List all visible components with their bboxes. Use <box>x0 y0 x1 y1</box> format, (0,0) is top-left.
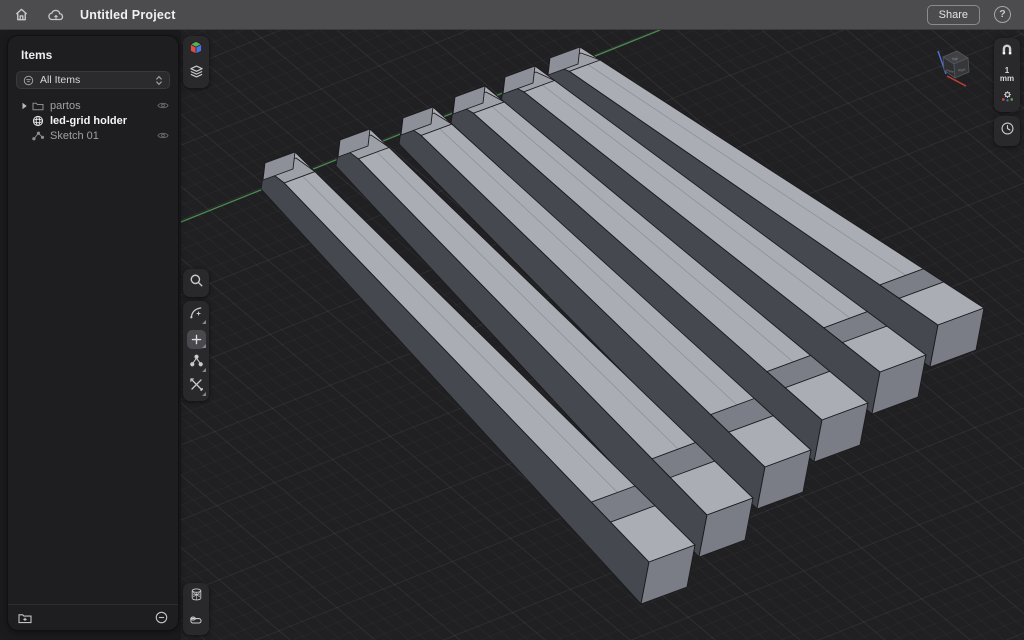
mesh-cylinder-icon <box>190 588 203 607</box>
home-icon[interactable] <box>8 0 34 30</box>
layers-icon <box>189 64 204 84</box>
visibility-eye-icon[interactable] <box>157 101 169 110</box>
view-toolbar <box>183 36 209 88</box>
history-button[interactable] <box>994 118 1020 144</box>
color-cube-icon <box>188 40 204 61</box>
sketch-icon <box>31 131 44 141</box>
app-window: Untitled Project Share ? TopFrontRight I… <box>0 0 1024 640</box>
tree-item-label: Sketch 01 <box>50 130 157 142</box>
snap-settings-toolbar: 1 mm <box>994 38 1020 112</box>
items-filter-dropdown[interactable]: All Items <box>16 71 170 89</box>
grid-size-unit: mm <box>1000 75 1014 83</box>
sketch-tool-button[interactable] <box>183 303 209 327</box>
snapping-button[interactable] <box>994 40 1020 64</box>
tree-item-label: partos <box>50 100 157 112</box>
clock-icon <box>1000 121 1015 141</box>
tree-item-label: led-grid holder <box>50 115 169 127</box>
tree-item-body[interactable]: led-grid holder <box>8 113 178 128</box>
help-button[interactable]: ? <box>994 6 1011 23</box>
filter-icon <box>23 75 34 86</box>
chevron-right-icon[interactable] <box>17 102 31 110</box>
share-button[interactable]: Share <box>927 5 980 25</box>
project-title: Untitled Project <box>80 8 176 22</box>
history-toolbar <box>994 116 1020 146</box>
items-panel-title: Items <box>8 36 178 71</box>
search-zoom-button[interactable] <box>183 271 209 295</box>
remove-button[interactable] <box>155 611 168 624</box>
cloud-sync-icon[interactable] <box>42 0 70 30</box>
chevron-up-down-icon <box>155 75 163 86</box>
add-body-tool-button[interactable] <box>183 327 209 351</box>
folder-icon <box>31 101 44 111</box>
tools-toolbar <box>183 301 209 401</box>
submenu-corner <box>202 368 206 372</box>
items-panel: Items All Items <box>8 36 178 630</box>
magnet-icon <box>1000 43 1014 62</box>
items-panel-footer <box>8 604 178 630</box>
utility-tool-button[interactable] <box>183 375 209 399</box>
magnifier-icon <box>189 273 204 293</box>
solid-body-icon <box>31 115 44 127</box>
add-folder-button[interactable] <box>18 612 32 624</box>
settings-button[interactable] <box>994 86 1020 110</box>
flat-disc-icon <box>189 612 203 630</box>
tree-item-sketch[interactable]: Sketch 01 <box>8 128 178 143</box>
submenu-corner <box>202 392 206 396</box>
visual-style-button[interactable] <box>183 585 209 609</box>
items-tree: partos led-grid holder <box>8 98 178 143</box>
filter-selected-value: All Items <box>40 74 155 86</box>
transform-tool-button[interactable] <box>183 351 209 375</box>
top-bar: Untitled Project Share ? <box>0 0 1024 30</box>
submenu-corner <box>202 320 206 324</box>
tree-item-folder[interactable]: partos <box>8 98 178 113</box>
layers-button[interactable] <box>183 62 209 86</box>
submenu-corner <box>202 344 206 348</box>
grid-size-button[interactable]: 1 mm <box>994 64 1020 86</box>
visibility-eye-icon[interactable] <box>157 131 169 140</box>
ground-plane-button[interactable] <box>183 609 209 633</box>
zoom-toolbar <box>183 269 209 297</box>
gear-axes-icon <box>1000 88 1015 108</box>
display-toolbar <box>183 583 209 635</box>
orientation-cube-button[interactable] <box>183 38 209 62</box>
